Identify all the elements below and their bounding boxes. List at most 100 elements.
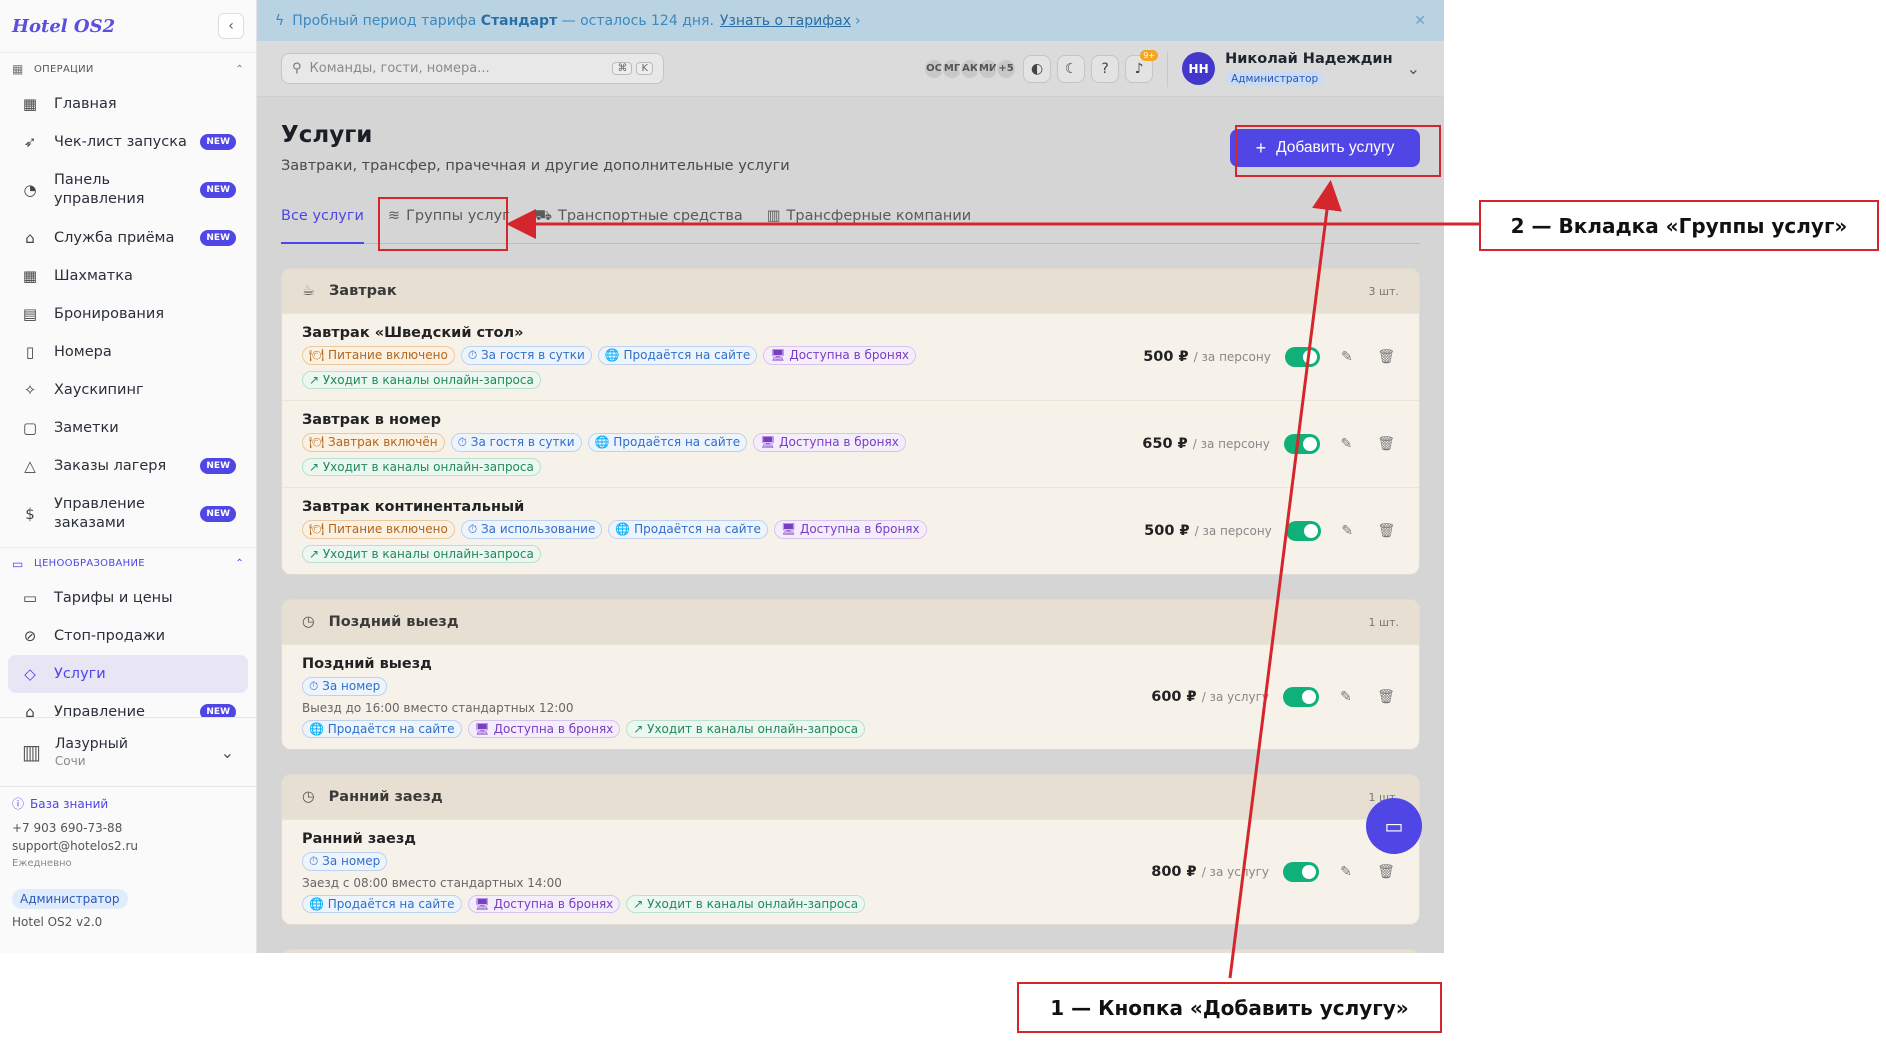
group-header[interactable]: ⛟Трансфер2 шт. [282,950,1419,953]
sidebar-item-1[interactable]: ▭ Тарифы и цены [8,579,248,617]
chevron-left-icon[interactable]: ‹ [218,13,244,39]
online-users[interactable]: ОС МГ АК МИ +5 [923,57,1018,80]
trash-icon[interactable]: 🗑 [1373,436,1399,452]
price-unit: / за персону [1194,524,1272,538]
service-price: 650 ₽ / за персону [1142,436,1270,452]
trash-icon[interactable]: 🗑 [1373,689,1399,705]
table-icon: ▦ [22,267,38,285]
trash-icon[interactable]: 🗑 [1374,523,1399,539]
kbd-cmd: ⌘ [612,62,633,75]
bell-service-icon: ⌂ [25,229,35,247]
pencil-icon[interactable]: ✎ [1335,523,1360,539]
tag-list: 🌐 Продаётся на сайте 🖥 Доступна в бронях ↗… [302,720,866,738]
search-icon: ⚲ [292,61,302,76]
tag-list: 🍽 Питание включено ⏱ За гостя в сутки 🌐 Пр… [302,346,1143,389]
sidebar-item-2[interactable]: ➶ Чек-лист запуска NEW [8,123,248,161]
sidebar-item-7[interactable]: ▯ Номера [8,333,248,371]
support-email[interactable]: support@hotelos2.ru [12,837,247,855]
price-value: 500 ₽ [1144,523,1190,539]
notification-count: 9+ [1140,49,1159,61]
trial-text: Пробный период тарифа [292,12,477,29]
tab-vehicles[interactable]: ⛟ Транспортные средства [534,208,743,243]
trial-plan: Стандарт [480,12,558,29]
service-group: ☕ Завтрак 3 шт. Завтрак «Шведский стол» 🍽 Пи… [281,268,1420,575]
section-pricing[interactable]: ▭ ЦЕНООБРАЗОВАНИЕ ⌃ [0,547,256,579]
sidebar-item-label: Услуги [54,665,106,682]
sidebar-item-4[interactable]: ⌂ Служба приёма NEW [8,219,248,257]
sidebar-item-3[interactable]: ◔ Панель управления NEW [8,161,248,219]
search-input[interactable]: ⚲ Команды, гости, номера... ⌘ K [281,53,664,84]
brand-logo: Hotel OS2 [12,15,116,37]
new-badge: NEW [200,506,236,522]
rocket-icon: ➶ [23,133,37,151]
tab-label: Все услуги [281,208,364,224]
sidebar-item-label: Стоп-продажи [54,627,166,644]
sidebar-item-5[interactable]: ▦ Шахматка [8,257,248,295]
ban-icon: ⊘ [23,627,37,645]
help-icon: ⓘ [12,797,25,811]
active-toggle[interactable] [1283,434,1320,454]
service-tag: ↗ Уходит в каналы онлайн-запроса [626,720,866,738]
service-tag: 🖥 Доступна в бронях [763,346,917,365]
pencil-icon[interactable]: ✎ [1333,864,1359,880]
sidebar-item-9[interactable]: ▢ Заметки [8,409,248,447]
tent-icon: △ [24,457,36,475]
sidebar-item-label: Бронирования [54,305,165,322]
avatar: НН [1182,52,1216,85]
sidebar-item-11[interactable]: $ Управление заказами NEW [8,485,248,543]
service-groups: ☕ Завтрак 3 шт. Завтрак «Шведский стол» 🍽 Пи… [281,268,1420,953]
section-operations[interactable]: ▦ ОПЕРАЦИИ ⌃ [0,53,256,85]
bell-icon[interactable]: ♪ 9+ [1125,49,1159,83]
tag-list: 🌐 Продаётся на сайте 🖥 Доступна в бронях ↗… [302,895,866,913]
new-badge: NEW [200,182,236,198]
service-tag: 🖥 Доступна в бронях [753,433,906,452]
sidebar-header: Hotel OS2 ‹ [0,0,256,53]
pencil-icon[interactable]: ✎ [1334,436,1360,452]
sidebar-item-2[interactable]: ⊘ Стоп-продажи [8,617,248,655]
help-icon[interactable]: ? [1091,54,1120,83]
building-icon: ▥ [22,740,41,764]
moon-icon[interactable]: ☾ [1057,54,1086,83]
knowledge-base-link[interactable]: ⓘ База знаний [12,795,247,813]
tab-all-services[interactable]: Все услуги [281,208,364,244]
sidebar-item-6[interactable]: ▤ Бронирования [8,295,248,333]
palette-icon[interactable]: ◐ [1023,54,1052,83]
tab-transfer-companies[interactable]: ▥ Трансферные компании [767,208,971,243]
active-toggle[interactable] [1285,521,1321,541]
sidebar-item-label: Номера [54,343,112,360]
pencil-icon[interactable]: ✎ [1334,349,1359,365]
service-row: Завтрак в номер 🍽 Завтрак включён ⏱ За гос… [282,400,1419,487]
group-header[interactable]: ◷ Поздний выезд 1 шт. [282,600,1419,644]
user-menu[interactable]: НН Николай Надеждин Администратор ⌄ [1182,51,1420,86]
alarm-icon: ◷ [302,789,315,805]
chat-icon[interactable]: ▭ [1366,798,1422,854]
group-header[interactable]: ☕ Завтрак 3 шт. [282,269,1419,313]
trash-icon[interactable]: 🗑 [1373,864,1399,880]
top-bar: ⚲ Команды, гости, номера... ⌘ K ОС МГ АК МИ +… [257,41,1444,97]
close-icon[interactable]: ✕ [1414,13,1426,29]
sidebar-item-3[interactable]: ◇ Услуги [8,655,248,693]
service-note: Заезд с 08:00 вместо стандартных 14:00 [302,876,562,890]
sidebar: Hotel OS2 ‹ ▦ ОПЕРАЦИИ ⌃ ▦ Главная ➶ Чек-лист… [0,0,257,953]
sidebar-item-4[interactable]: ⌂ Управление NEW [8,693,248,717]
sidebar-item-10[interactable]: △ Заказы лагеря NEW [8,447,248,485]
sidebar-item-8[interactable]: ✧ Хаускипинг [8,371,248,409]
group-header[interactable]: ◷ Ранний заезд 1 шт. [282,775,1419,819]
service-tag: ⏱ За номер [302,677,388,696]
sidebar-item-1[interactable]: ▦ Главная [8,85,248,123]
active-toggle[interactable] [1284,347,1321,367]
service-tag: 🖥 Доступна в бронях [773,520,927,539]
price-unit: / за персону [1193,350,1271,364]
trial-days: — осталось 124 дня. [561,12,714,29]
shortcut-hint: ⌘ K [612,62,653,75]
trash-icon[interactable]: 🗑 [1374,349,1399,365]
user-role: Администратор [1225,72,1325,86]
active-toggle[interactable] [1283,862,1319,882]
pencil-icon[interactable]: ✎ [1333,689,1359,705]
clipboard-icon: ▤ [22,305,38,323]
active-toggle[interactable] [1283,687,1319,707]
pricing-link[interactable]: Узнать о тарифах [720,13,851,29]
coffee-icon: ☕ [302,283,315,299]
group-count: 1 шт. [1368,615,1399,629]
property-switcher[interactable]: ▥ Лазурный Сочи ⌄ [0,717,256,787]
